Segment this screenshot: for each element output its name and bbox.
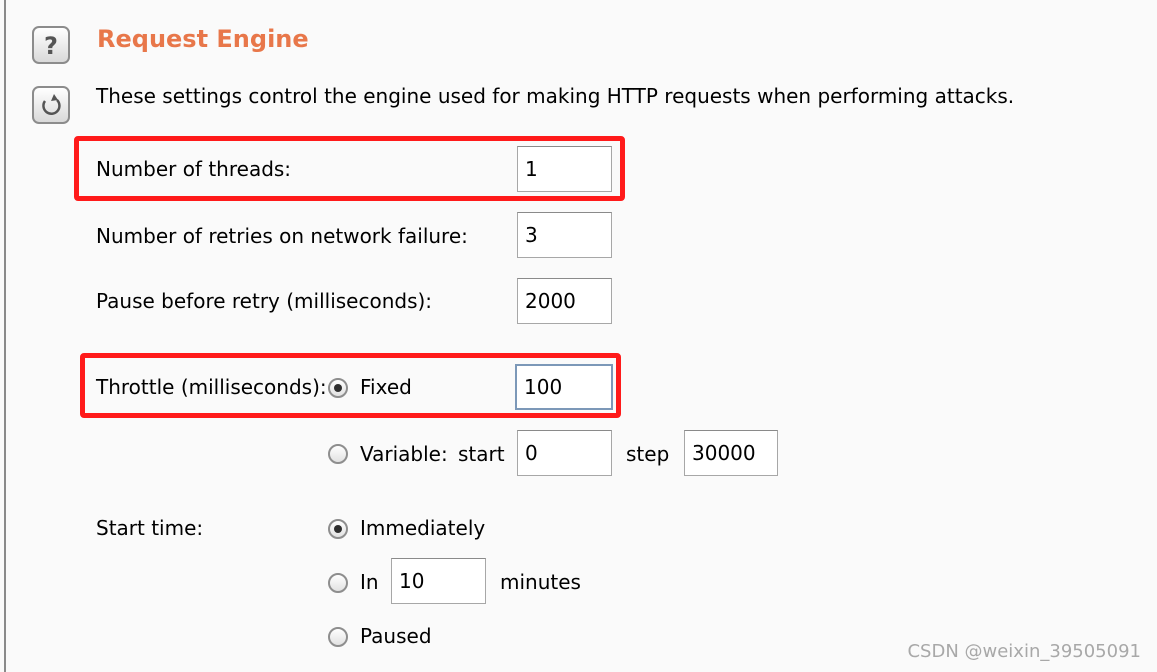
throttle-start-input[interactable] [517, 430, 612, 476]
start-paused-radio[interactable] [328, 627, 348, 647]
section-title: Request Engine [97, 25, 309, 53]
throttle-start-label: start [458, 442, 505, 466]
radio-selected-dot [334, 525, 342, 533]
start-in-minutes-input[interactable] [391, 558, 486, 604]
threads-highlight-box [74, 136, 625, 201]
start-immediately-radio[interactable] [328, 519, 348, 539]
start-minutes-label: minutes [500, 570, 581, 594]
throttle-variable-label[interactable]: Variable: [360, 442, 448, 466]
restore-defaults-icon [42, 94, 61, 115]
section-description: These settings control the engine used f… [96, 84, 1015, 108]
pause-input[interactable] [517, 278, 612, 324]
throttle-highlight-box [80, 353, 621, 418]
restore-defaults-button[interactable] [32, 86, 70, 124]
start-paused-label[interactable]: Paused [360, 624, 432, 648]
throttle-step-input[interactable] [684, 430, 778, 476]
help-icon: ? [44, 32, 58, 60]
throttle-variable-radio[interactable] [328, 444, 348, 464]
retries-label: Number of retries on network failure: [96, 224, 468, 248]
start-in-label[interactable]: In [360, 570, 379, 594]
pause-label: Pause before retry (milliseconds): [96, 289, 433, 313]
start-immediately-label[interactable]: Immediately [360, 516, 485, 540]
start-time-label: Start time: [96, 516, 204, 540]
svg-text:?: ? [44, 32, 58, 60]
watermark: CSDN @weixin_39505091 [907, 641, 1141, 662]
help-button[interactable]: ? [32, 26, 70, 64]
retries-input[interactable] [517, 212, 612, 258]
throttle-step-label: step [626, 442, 670, 466]
start-in-radio[interactable] [328, 573, 348, 593]
panel-border [4, 0, 6, 672]
